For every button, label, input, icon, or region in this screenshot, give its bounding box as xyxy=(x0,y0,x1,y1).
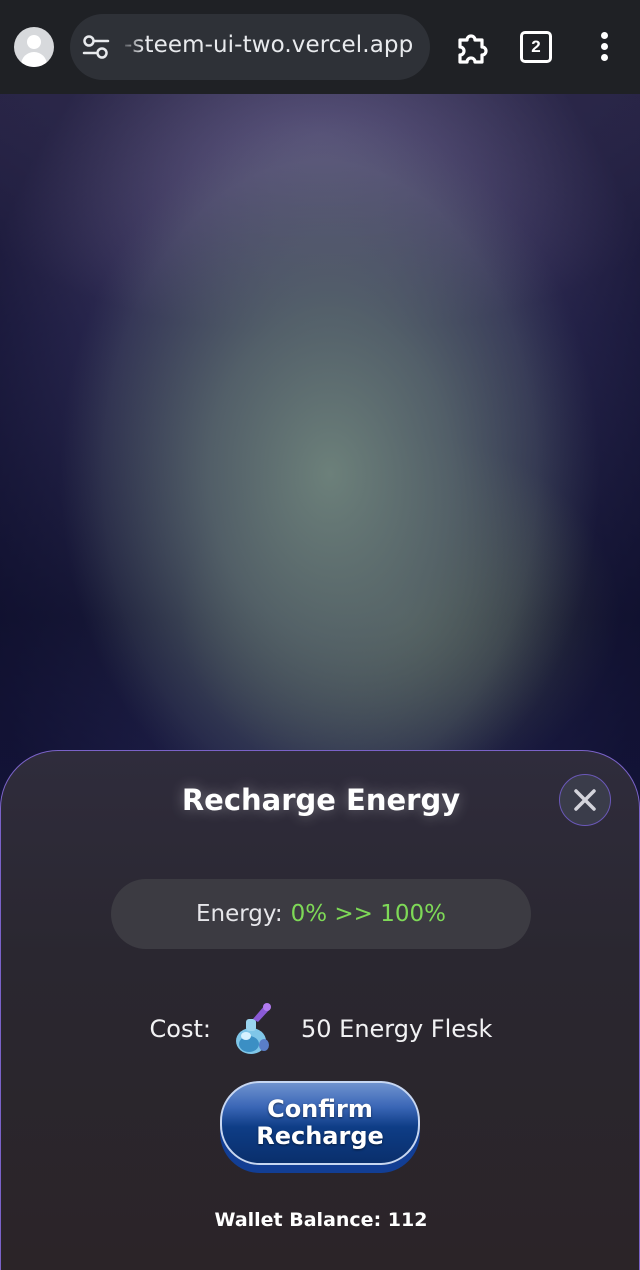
close-icon xyxy=(574,789,596,811)
tab-switcher-icon[interactable]: 2 xyxy=(520,31,552,63)
site-settings-icon[interactable] xyxy=(82,34,110,60)
confirm-recharge-button[interactable]: Confirm Recharge xyxy=(220,1081,420,1165)
cost-value: 50 Energy Flesk xyxy=(300,1015,493,1043)
close-button[interactable] xyxy=(559,774,611,826)
energy-flask-icon xyxy=(235,1003,271,1054)
energy-label: Energy: xyxy=(195,901,283,927)
account-icon[interactable] xyxy=(14,27,54,67)
more-menu-icon[interactable] xyxy=(598,32,610,62)
browser-toolbar: -steem-ui-two.vercel.app 2 xyxy=(0,0,640,94)
cost-row: Cost: 50 Energy Flesk xyxy=(1,999,640,1059)
cost-label: Cost: xyxy=(149,1015,211,1043)
address-bar[interactable]: -steem-ui-two.vercel.app xyxy=(70,14,430,80)
url-text[interactable]: -steem-ui-two.vercel.app xyxy=(124,32,413,58)
extensions-icon[interactable] xyxy=(452,26,494,68)
energy-value: 0% >> 100% xyxy=(290,901,447,927)
recharge-energy-modal: Recharge Energy Energy: 0% >> 100% Cost:… xyxy=(0,750,640,1270)
wallet-balance: Wallet Balance: 112 xyxy=(214,1209,428,1231)
modal-title: Recharge Energy xyxy=(181,783,461,817)
confirm-recharge-label: Confirm Recharge xyxy=(256,1095,384,1150)
energy-status: Energy: 0% >> 100% xyxy=(111,879,531,949)
